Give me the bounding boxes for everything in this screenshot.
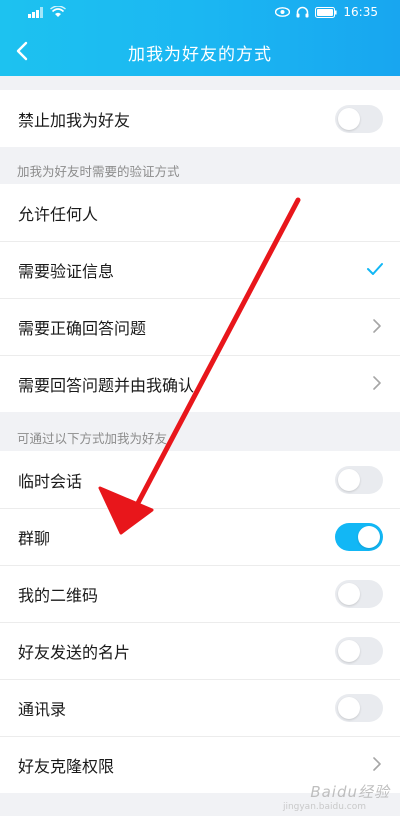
status-bar: 16:35 [0,0,400,26]
method-group-chat[interactable]: 群聊 [0,508,400,565]
method-label: 好友克隆权限 [18,756,115,776]
verification-group: 允许任何人 需要验证信息 需要正确回答问题 需要回答问题并由我确认 [0,184,400,412]
method-temporary-chat[interactable]: 临时会话 [0,451,400,508]
toggle-knob [338,640,360,662]
toggle-knob [338,108,360,130]
verify-option-question[interactable]: 需要正确回答问题 [0,298,400,355]
block-all-toggle[interactable] [335,105,383,133]
checkmark-icon [367,263,383,275]
wifi-icon [50,6,66,17]
verify-option-label: 需要正确回答问题 [18,318,147,338]
app-header: 16:35 加我为好友的方式 [0,0,400,76]
methods-section-label: 可通过以下方式加我为好友 [17,431,168,446]
verify-option-question-confirm[interactable]: 需要回答问题并由我确认 [0,355,400,412]
block-all-row[interactable]: 禁止加我为好友 [0,90,400,147]
shared-card-toggle[interactable] [335,637,383,665]
chevron-right-icon [373,376,381,390]
qr-code-toggle[interactable] [335,580,383,608]
cellular-signal-icon [28,7,43,18]
toggle-knob [358,526,380,548]
method-qr-code[interactable]: 我的二维码 [0,565,400,622]
chevron-right-icon [373,757,381,771]
verify-option-label: 需要验证信息 [18,261,115,281]
toggle-knob [338,697,360,719]
contacts-toggle[interactable] [335,694,383,722]
eye-icon [275,7,291,17]
block-all-group: 禁止加我为好友 [0,90,400,147]
verification-section-label: 加我为好友时需要的验证方式 [17,164,180,179]
verify-option-message[interactable]: 需要验证信息 [0,241,400,298]
status-time: 16:35 [343,5,378,19]
verify-option-label: 需要回答问题并由我确认 [18,375,195,395]
method-shared-card[interactable]: 好友发送的名片 [0,622,400,679]
page-title: 加我为好友的方式 [128,45,272,65]
method-contacts[interactable]: 通讯录 [0,679,400,736]
signal-indicators [28,6,66,18]
status-right: 16:35 [275,5,378,19]
verify-option-anyone[interactable]: 允许任何人 [0,184,400,241]
temporary-chat-toggle[interactable] [335,466,383,494]
toggle-knob [338,469,360,491]
verify-option-label: 允许任何人 [18,204,99,224]
battery-icon [315,6,338,18]
watermark: Baidu经验 [310,783,390,801]
headphones-icon [296,6,309,18]
chevron-right-icon [373,319,381,333]
group-chat-toggle[interactable] [335,523,383,551]
watermark-url: jingyan.baidu.com [282,802,366,812]
nav-bar: 加我为好友的方式 [0,26,400,76]
toggle-knob [338,583,360,605]
methods-group: 临时会话 群聊 我的二维码 好友发送的名片 通讯录 好友克隆权限 [0,451,400,793]
